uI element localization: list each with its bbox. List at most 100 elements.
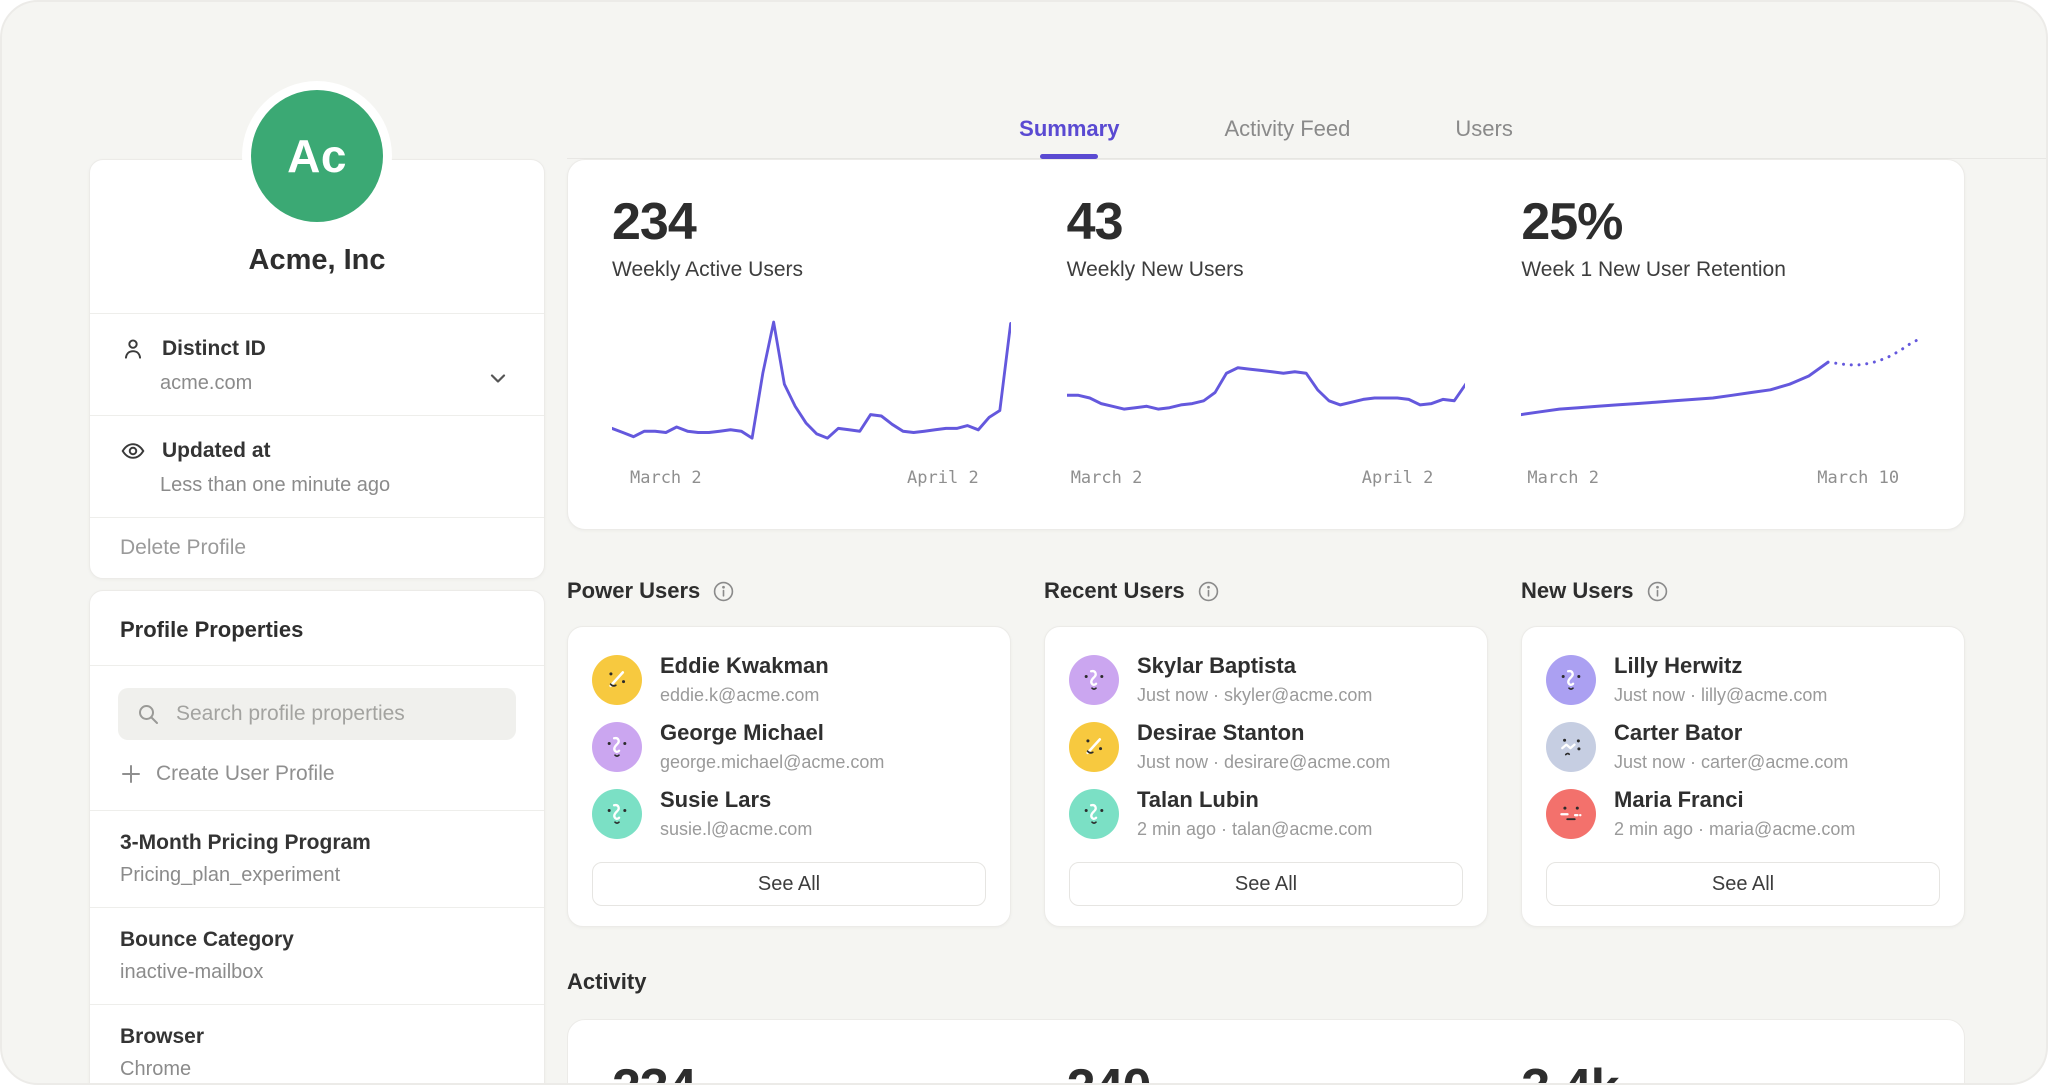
search-wrap <box>90 666 544 740</box>
person-icon <box>120 336 146 362</box>
info-icon[interactable] <box>1646 580 1669 603</box>
profile-properties-search[interactable] <box>118 688 516 740</box>
summary-metric: 25%Week 1 New User RetentionMarch 2March… <box>1521 196 1920 505</box>
user-list-item[interactable]: Eddie Kwakman eddie.k@acme.com <box>592 653 986 706</box>
profile-dashboard-page: Ac Acme, Inc Distinct ID acme.com Updated … <box>0 0 2048 1085</box>
info-icon[interactable] <box>1197 580 1220 603</box>
metric-value: 25% <box>1521 196 1920 248</box>
x-tick-label: April 2 <box>907 468 979 488</box>
x-tick-label: March 10 <box>1817 468 1899 488</box>
user-avatar <box>592 722 642 772</box>
search-input[interactable] <box>174 701 498 727</box>
create-user-profile-label: Create User Profile <box>156 762 335 786</box>
user-section-power-users: Power Users Eddie Kwakman eddie.k@acme.com… <box>567 578 1011 927</box>
activity-metric-value: 3.4k <box>1521 1062 1920 1085</box>
property-value: Chrome <box>120 1058 514 1081</box>
user-avatar <box>1069 722 1119 772</box>
profile-fields: Distinct ID acme.com Updated atLess than o… <box>90 313 544 517</box>
sparkline-chart <box>1521 310 1920 460</box>
user-subtext: eddie.k@acme.com <box>660 685 829 706</box>
property-value: Pricing_plan_experiment <box>120 864 514 887</box>
x-tick-label: March 2 <box>1527 468 1599 488</box>
user-subtext: Just now · carter@acme.com <box>1614 752 1848 773</box>
sparkline-chart <box>1067 310 1466 460</box>
activity-card: 234 240 3.4k <box>567 1019 1965 1085</box>
activity-metric-value: 240 <box>1067 1062 1466 1085</box>
user-avatar <box>1546 655 1596 705</box>
see-all-button[interactable]: See All <box>1069 862 1463 906</box>
eye-icon <box>120 438 146 464</box>
section-header: New Users <box>1521 578 1965 604</box>
section-header: Recent Users <box>1044 578 1488 604</box>
user-name: Lilly Herwitz <box>1614 653 1827 679</box>
user-name: Skylar Baptista <box>1137 653 1372 679</box>
user-list-item[interactable]: Lilly Herwitz Just now · lilly@acme.com <box>1546 653 1940 706</box>
profile-field-value: acme.com <box>160 372 514 395</box>
tab-summary[interactable]: Summary <box>1019 116 1119 142</box>
user-name: George Michael <box>660 720 884 746</box>
profile-field-updated-at: Updated atLess than one minute ago <box>90 415 544 517</box>
tab-users[interactable]: Users <box>1455 116 1512 142</box>
search-icon <box>136 702 160 726</box>
user-name: Susie Lars <box>660 787 812 813</box>
property-row[interactable]: Browser Chrome <box>90 1004 544 1085</box>
company-name: Acme, Inc <box>249 244 386 277</box>
user-list-item[interactable]: Carter BatorJust now · carter@acme.com <box>1546 720 1940 773</box>
chart-x-axis: March 2 April 2 <box>612 468 1011 492</box>
x-tick-label: March 2 <box>630 468 702 488</box>
user-avatar <box>592 655 642 705</box>
property-row[interactable]: 3-Month Pricing Program Pricing_plan_expe… <box>90 810 544 907</box>
x-tick-label: March 2 <box>1071 468 1143 488</box>
tab-activity-feed[interactable]: Activity Feed <box>1224 116 1350 142</box>
summary-metric: 234Weekly Active UsersMarch 2April 2 <box>612 196 1011 505</box>
user-list-item[interactable]: Skylar Baptista Just now · skyler@acme.co… <box>1069 653 1463 706</box>
user-list-card: Skylar Baptista Just now · skyler@acme.co… <box>1044 626 1488 927</box>
section-header: Power Users <box>567 578 1011 604</box>
user-section-recent-users: Recent Users Skylar Baptista Just now · sk… <box>1044 578 1488 927</box>
user-list-item[interactable]: George Michael george.michael@acme.com <box>592 720 986 773</box>
user-subtext: Just now · lilly@acme.com <box>1614 685 1827 706</box>
user-list-item[interactable]: Susie Larssusie.l@acme.com <box>592 787 986 840</box>
chevron-down-icon[interactable] <box>486 366 510 395</box>
profile-properties-list: 3-Month Pricing Program Pricing_plan_expe… <box>90 810 544 1085</box>
metric-value: 43 <box>1067 196 1466 248</box>
see-all-button[interactable]: See All <box>592 862 986 906</box>
user-list-item[interactable]: Talan Lubin2 min ago · talan@acme.com <box>1069 787 1463 840</box>
activity-metric-value: 234 <box>612 1062 1011 1085</box>
section-title: Power Users <box>567 578 700 604</box>
user-subtext: Just now · skyler@acme.com <box>1137 685 1372 706</box>
see-all-button[interactable]: See All <box>1546 862 1940 906</box>
user-subtext: 2 min ago · maria@acme.com <box>1614 819 1855 840</box>
x-tick-label: April 2 <box>1362 468 1434 488</box>
user-subtext: Just now · desirare@acme.com <box>1137 752 1390 773</box>
create-user-profile-button[interactable]: Create User Profile <box>90 740 544 810</box>
company-avatar-initials: Ac <box>287 129 347 183</box>
metric-label: Weekly New Users <box>1067 258 1466 282</box>
user-subtext: george.michael@acme.com <box>660 752 884 773</box>
property-label: 3-Month Pricing Program <box>120 831 514 855</box>
user-avatar <box>1546 722 1596 772</box>
property-label: Browser <box>120 1025 514 1049</box>
section-title: Recent Users <box>1044 578 1185 604</box>
user-list-card: Lilly Herwitz Just now · lilly@acme.com Ca… <box>1521 626 1965 927</box>
property-row[interactable]: Bounce Categoryinactive-mailbox <box>90 907 544 1004</box>
user-sections-row: Power Users Eddie Kwakman eddie.k@acme.com… <box>567 578 1965 927</box>
chart-x-axis: March 2 March 10 <box>1521 468 1920 492</box>
profile-field-distinct-id: Distinct ID acme.com <box>90 313 544 415</box>
plus-icon <box>120 763 142 785</box>
sparkline-chart <box>612 310 1011 460</box>
user-name: Eddie Kwakman <box>660 653 829 679</box>
activity-section: Activity 2342403.4k <box>567 969 1965 1085</box>
user-name: Maria Franci <box>1614 787 1855 813</box>
tab-bar: Summary Activity Feed Users <box>567 2 2048 159</box>
metric-value: 234 <box>612 196 1011 248</box>
user-list-item[interactable]: Maria Franci 2 min ago · maria@acme.com <box>1546 787 1940 840</box>
profile-properties-card: Profile Properties Create User Profile 3… <box>89 590 545 1085</box>
user-list-item[interactable]: Desirae Stanton Just now · desirare@acme.… <box>1069 720 1463 773</box>
user-name: Desirae Stanton <box>1137 720 1390 746</box>
summary-metrics-card: 234Weekly Active UsersMarch 2April 243We… <box>567 159 1965 530</box>
delete-profile-button[interactable]: Delete Profile <box>90 517 544 578</box>
profile-field-label: Distinct ID <box>162 337 266 361</box>
property-label: Bounce Category <box>120 928 514 952</box>
info-icon[interactable] <box>712 580 735 603</box>
